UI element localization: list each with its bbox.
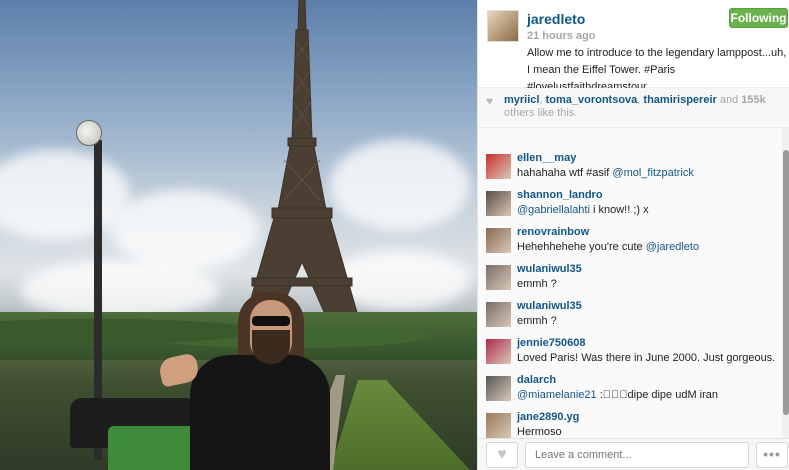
likes-suffix: others like this. <box>504 107 578 119</box>
comment-mention[interactable]: @jaredleto <box>646 241 699 253</box>
sunglasses <box>252 316 290 326</box>
avatar[interactable] <box>486 154 511 179</box>
like-button[interactable]: ♥ <box>486 442 518 468</box>
separator: , <box>637 94 641 106</box>
comments-scrollbar[interactable] <box>782 128 789 438</box>
comment-text: hahahaha wtf #asif @mol_fitzpatrick <box>517 167 694 179</box>
photo-cloud <box>20 260 220 320</box>
list-item: wulaniwul35 emmh ? <box>486 300 776 334</box>
likes-summary: ♥ myriicl, toma_vorontsova, thamirispere… <box>478 88 789 128</box>
comment-input[interactable] <box>525 442 749 468</box>
list-item: dalarch @miamelanie21 :   dipe dipe udM … <box>486 374 776 408</box>
person-body <box>190 355 330 470</box>
comment-username[interactable]: jane2890.yg <box>517 411 579 423</box>
comment-body: :   dipe dipe udM iran <box>596 389 719 401</box>
comment-body: Loved Paris! Was there in June 2000. Jus… <box>517 352 776 364</box>
avatar[interactable] <box>486 302 511 327</box>
liker-link[interactable]: myriicl <box>504 94 539 106</box>
comment-username[interactable]: wulaniwul35 <box>517 263 582 275</box>
liker-link[interactable]: thamirispereir <box>643 94 716 106</box>
avatar[interactable] <box>486 413 511 438</box>
comment-text: emmh ? <box>517 278 557 290</box>
post-details-panel: jaredleto Following 21 hours ago Allow m… <box>477 0 789 470</box>
avatar[interactable] <box>486 191 511 216</box>
list-item: wulaniwul35 emmh ? <box>486 263 776 297</box>
comment-text: @gabriellalahti i know!! ;) x <box>517 204 649 216</box>
avatar[interactable] <box>486 228 511 253</box>
comment-username[interactable]: renovrainbow <box>517 226 589 238</box>
more-options-button[interactable]: ••• <box>756 442 788 468</box>
avatar[interactable] <box>486 265 511 290</box>
heart-icon: ♥ <box>486 94 494 108</box>
post-header: jaredleto Following 21 hours ago Allow m… <box>478 0 789 93</box>
heart-icon: ♥ <box>497 446 507 463</box>
comment-footer: ♥ ••• <box>478 438 789 470</box>
following-button[interactable]: Following <box>729 8 788 28</box>
avatar[interactable] <box>487 10 519 42</box>
green-bin <box>108 426 203 470</box>
comment-body: emmh ? <box>517 278 557 290</box>
grass-lawn <box>330 380 470 470</box>
comment-username[interactable]: ellen__may <box>517 152 576 164</box>
post-username[interactable]: jaredleto <box>527 11 585 27</box>
comment-body: hahahaha wtf #asif <box>517 167 613 179</box>
post-photo[interactable] <box>0 0 477 470</box>
list-item: jane2890.yg Hermoso <box>486 411 776 438</box>
list-item: jennie750608 Loved Paris! Was there in J… <box>486 337 776 371</box>
scrollbar-thumb[interactable] <box>783 150 789 415</box>
comment-mention[interactable]: @gabriellalahti <box>517 204 590 216</box>
comment-body: i know!! ;) x <box>589 204 649 216</box>
list-item: shannon_landro @gabriellalahti i know!! … <box>486 189 776 223</box>
avatar[interactable] <box>486 339 511 364</box>
list-item: ellen__may hahahaha wtf #asif @mol_fitzp… <box>486 152 776 186</box>
comments-list[interactable]: ellen__may hahahaha wtf #asif @mol_fitzp… <box>478 128 782 438</box>
liker-link[interactable]: toma_vorontsova <box>546 94 638 106</box>
comment-username[interactable]: wulaniwul35 <box>517 300 582 312</box>
avatar[interactable] <box>486 376 511 401</box>
comment-text: Hermoso <box>517 426 562 438</box>
list-item: renovrainbow Hehehhehehe you're cute @ja… <box>486 226 776 260</box>
comment-mention[interactable]: @mol_fitzpatrick <box>612 167 693 179</box>
comment-body: emmh ? <box>517 315 557 327</box>
comment-body: Hermoso <box>517 426 562 438</box>
comment-mention[interactable]: @miamelanie21 <box>517 389 597 401</box>
post-timestamp: 21 hours ago <box>527 30 596 42</box>
comment-body: Hehehhehehe you're cute <box>517 241 646 253</box>
person-beard <box>252 330 290 364</box>
comment-text: Loved Paris! Was there in June 2000. Jus… <box>517 352 775 364</box>
comment-text: @miamelanie21 :   dipe dipe udM iran <box>517 389 718 401</box>
lamppost-globe <box>76 120 102 146</box>
likes-count[interactable]: 155k <box>741 94 765 106</box>
comment-username[interactable]: dalarch <box>517 374 556 386</box>
likes-and: and <box>719 94 739 106</box>
comment-text: Hehehhehehe you're cute @jaredleto <box>517 241 699 253</box>
comment-text: emmh ? <box>517 315 557 327</box>
separator: , <box>539 94 543 106</box>
comment-username[interactable]: shannon_landro <box>517 189 603 201</box>
comment-username[interactable]: jennie750608 <box>517 337 586 349</box>
